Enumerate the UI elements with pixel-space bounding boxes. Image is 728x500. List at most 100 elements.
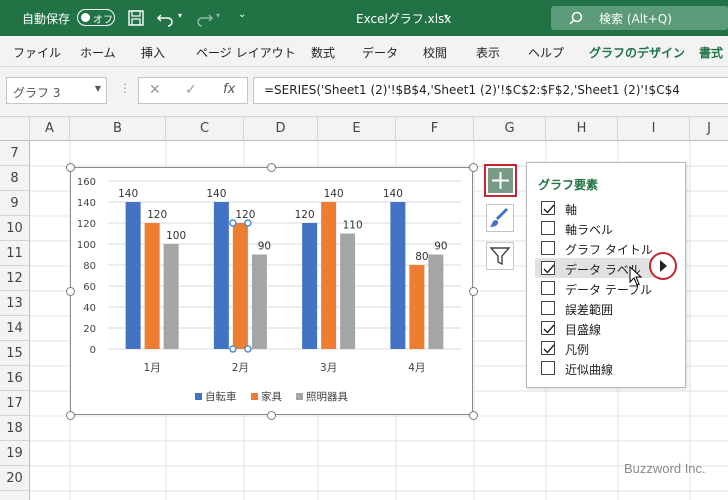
column-header[interactable]: C	[166, 117, 244, 141]
tab-view[interactable]: 表示	[476, 44, 500, 61]
row-header[interactable]: 12	[0, 266, 29, 291]
row-header[interactable]: 18	[0, 416, 29, 441]
chart-element-item[interactable]: 近似曲線	[535, 358, 655, 378]
tab-formulas[interactable]: 数式	[311, 44, 335, 61]
row-header[interactable]: 7	[0, 141, 29, 166]
chart-element-item[interactable]: 目盛線	[535, 318, 655, 338]
chart-element-item[interactable]: 凡例	[535, 338, 655, 358]
resize-handle-sw[interactable]	[66, 411, 75, 420]
tab-data[interactable]: データ	[362, 44, 398, 61]
resize-handle-n[interactable]	[267, 163, 276, 172]
data-label: 80	[415, 251, 428, 263]
checkbox[interactable]	[541, 241, 555, 255]
legend-swatch	[195, 393, 202, 400]
tab-file[interactable]: ファイル	[13, 44, 61, 61]
chart-elements-button[interactable]	[484, 164, 517, 197]
tab-help[interactable]: ヘルプ	[528, 44, 564, 61]
y-tick-label: 60	[83, 282, 96, 293]
resize-handle-ne[interactable]	[469, 163, 478, 172]
row-header[interactable]: 8	[0, 166, 29, 191]
tab-review[interactable]: 校閲	[423, 44, 447, 61]
cancel-icon[interactable]: ✕	[149, 82, 161, 98]
column-header[interactable]: A	[30, 117, 70, 141]
checkbox[interactable]	[541, 281, 555, 295]
column-header[interactable]: G	[474, 117, 546, 141]
tab-home[interactable]: ホーム	[80, 44, 116, 61]
formula-bar[interactable]: =SERIES('Sheet1 (2)'!$B$4,'Sheet1 (2)'!$…	[253, 77, 728, 104]
tab-page-layout[interactable]: ページ レイアウト	[196, 44, 296, 61]
filename-dropdown-icon[interactable]: ▾	[444, 12, 448, 21]
search-box[interactable]: 検索 (Alt+Q)	[551, 6, 728, 30]
more-options-icon[interactable]: ⋮	[119, 81, 131, 95]
checkbox[interactable]	[541, 341, 555, 355]
row-header[interactable]: 14	[0, 316, 29, 341]
name-box[interactable]: グラフ 3 ▼	[6, 77, 107, 104]
undo-icon[interactable]	[156, 9, 176, 27]
x-tick-label: 3月	[320, 362, 337, 374]
chart-styles-button[interactable]	[486, 204, 514, 232]
row-header[interactable]: 15	[0, 341, 29, 366]
row-header[interactable]: 9	[0, 191, 29, 216]
row-header[interactable]: 13	[0, 291, 29, 316]
select-all-corner[interactable]	[0, 117, 30, 141]
undo-dropdown-icon[interactable]: ▾	[178, 11, 182, 20]
y-tick-label: 100	[77, 240, 96, 251]
resize-handle-se[interactable]	[469, 411, 478, 420]
chart-area[interactable]: 160 140 120 100 80 60 40 20 0 140 120 100 1月 140 120 90…	[70, 167, 473, 415]
chart-element-item[interactable]: グラフ タイトル	[535, 238, 655, 258]
ribbon-tabs: ファイル ホーム 挿入 ページ レイアウト 数式 データ 校閲 表示 ヘルプ グ…	[0, 36, 728, 67]
row-header[interactable]: 17	[0, 391, 29, 416]
column-header[interactable]: D	[244, 117, 318, 141]
autosave-toggle[interactable]: オフ	[77, 9, 115, 26]
column-header[interactable]: J	[690, 117, 728, 141]
enter-icon[interactable]: ✓	[185, 82, 197, 98]
chevron-down-icon[interactable]: ▼	[95, 84, 101, 93]
checkbox[interactable]	[541, 321, 555, 335]
tab-insert[interactable]: 挿入	[141, 44, 165, 61]
column-header[interactable]: B	[70, 117, 166, 141]
expand-arrow-icon[interactable]	[648, 251, 678, 281]
redo-dropdown-icon[interactable]: ▾	[216, 11, 220, 20]
search-icon	[569, 11, 583, 25]
resize-handle-e[interactable]	[469, 287, 478, 296]
row-header[interactable]: 20	[0, 466, 29, 491]
row-header[interactable]: 19	[0, 441, 29, 466]
checkbox[interactable]	[541, 261, 555, 275]
resize-handle-w[interactable]	[66, 287, 75, 296]
chart-element-label: 凡例	[565, 343, 590, 357]
chart-element-item[interactable]: 軸ラベル	[535, 218, 655, 238]
column-header[interactable]: H	[546, 117, 618, 141]
row-header[interactable]: 16	[0, 366, 29, 391]
save-icon[interactable]	[127, 9, 145, 27]
tab-chart-design[interactable]: グラフのデザイン	[589, 44, 685, 61]
data-label: 140	[383, 188, 403, 200]
tab-format[interactable]: 書式	[699, 44, 723, 61]
column-header[interactable]: F	[396, 117, 474, 141]
customize-toolbar-icon[interactable]: ⌄	[238, 9, 246, 20]
chart-filters-button[interactable]	[486, 242, 514, 270]
checkbox[interactable]	[541, 301, 555, 315]
row-header[interactable]: 10	[0, 216, 29, 241]
resize-handle-nw[interactable]	[66, 163, 75, 172]
fx-icon[interactable]: fx	[223, 82, 235, 97]
chart-element-item[interactable]: 軸	[535, 198, 655, 218]
bar	[144, 223, 160, 349]
legend-label: 照明器具	[306, 391, 348, 403]
filename[interactable]: Excelグラフ.xlsx	[356, 10, 451, 27]
resize-handle-s[interactable]	[267, 411, 276, 420]
selection-handle	[229, 219, 237, 227]
chart-element-label: 近似曲線	[565, 363, 614, 377]
checkbox[interactable]	[541, 201, 555, 215]
row-header[interactable]: 11	[0, 241, 29, 266]
chart-element-item[interactable]: 誤差範囲	[535, 298, 655, 318]
redo-icon[interactable]	[194, 9, 214, 27]
chart-svg[interactable]: 160 140 120 100 80 60 40 20 0 140 120 100 1月 140 120 90…	[71, 168, 472, 414]
data-label: 140	[118, 188, 138, 200]
checkbox[interactable]	[541, 221, 555, 235]
checkbox[interactable]	[541, 361, 555, 375]
formula-buttons: ✕ ✓ fx	[138, 77, 248, 104]
filter-icon	[489, 247, 511, 266]
column-header[interactable]: E	[318, 117, 396, 141]
column-header[interactable]: I	[618, 117, 690, 141]
chart-element-label: 誤差範囲	[565, 303, 614, 317]
